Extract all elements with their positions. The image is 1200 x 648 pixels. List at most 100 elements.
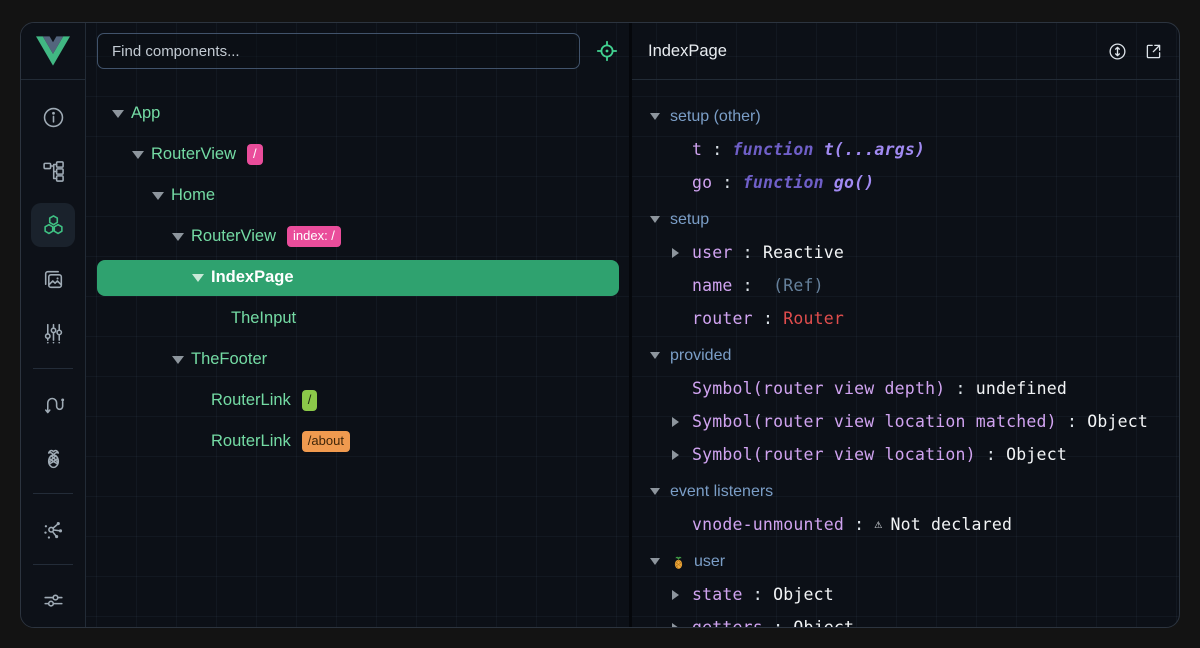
expand-toggle-icon[interactable] — [112, 110, 124, 118]
state-value: function — [743, 173, 834, 192]
sidebar-tab-pinia[interactable] — [31, 436, 75, 480]
sidebar-tab-settings[interactable] — [31, 578, 75, 622]
sidebar-tab-graph[interactable] — [31, 507, 75, 551]
tree-item-thefooter[interactable]: TheFooter — [86, 339, 629, 380]
inspector-state: setup (other)t : function t(...args)go :… — [632, 80, 1179, 627]
tree-item-routerview[interactable]: RouterViewindex: / — [86, 216, 629, 257]
key-value-separator: : — [743, 585, 773, 604]
tree-item-routerlink[interactable]: RouterLink/ — [86, 380, 629, 421]
section-label: user — [694, 553, 725, 571]
state-row-router: router : Router — [632, 302, 1179, 335]
sidebar-tab-component-tree[interactable] — [31, 149, 75, 193]
state-value: Object — [1087, 412, 1148, 431]
expand-toggle-icon[interactable] — [152, 192, 164, 200]
state-section-setup-other-[interactable]: setup (other) — [632, 100, 1179, 133]
state-value: (Ref) — [763, 276, 824, 295]
state-key: router — [692, 309, 753, 328]
settings-icon — [41, 588, 66, 613]
expand-toggle-spacer — [192, 397, 204, 405]
component-name: TheFooter — [191, 350, 267, 369]
expand-arrow-icon[interactable] — [668, 417, 682, 427]
state-row-getters[interactable]: getters : Object — [632, 611, 1179, 627]
key-value-separator: : — [1057, 412, 1087, 431]
scroll-to-component-button[interactable] — [1105, 39, 1129, 63]
state-row-t: t : function t(...args) — [632, 133, 1179, 166]
tree-item-routerview[interactable]: RouterView/ — [86, 134, 629, 175]
graph-icon — [41, 517, 66, 542]
expand-arrow-icon[interactable] — [668, 623, 682, 628]
expand-arrow-spacer — [668, 178, 682, 188]
key-value-separator: : — [976, 445, 1006, 464]
expand-toggle-icon[interactable] — [172, 356, 184, 364]
state-value: Object — [793, 618, 854, 627]
state-row-symbol-router-view-location-[interactable]: Symbol(router view location) : Object — [632, 438, 1179, 471]
section-toggle-icon[interactable] — [648, 113, 661, 120]
inspector-header: IndexPage — [632, 23, 1179, 80]
key-value-separator: : — [733, 243, 763, 262]
state-key: Symbol(router view depth) — [692, 379, 945, 398]
expand-arrow-icon[interactable] — [668, 248, 682, 258]
vue-logo — [21, 23, 85, 80]
tree-item-indexpage[interactable]: IndexPage — [86, 257, 629, 298]
router-icon — [41, 392, 66, 417]
sidebar-divider — [33, 493, 73, 494]
inspect-component-button[interactable] — [593, 37, 621, 65]
state-value: t(...args) — [824, 140, 925, 159]
state-row-go: go : function go() — [632, 166, 1179, 199]
search-input[interactable] — [97, 33, 580, 69]
state-key: Symbol(router view location) — [692, 445, 976, 464]
expand-toggle-spacer — [212, 315, 224, 323]
expand-arrow-icon[interactable] — [668, 450, 682, 460]
section-label: provided — [670, 347, 731, 365]
tree-item-home[interactable]: Home — [86, 175, 629, 216]
vue-devtools-window: AppRouterView/HomeRouterViewindex: /Inde… — [20, 22, 1180, 628]
open-in-editor-icon — [1143, 41, 1164, 62]
assets-icon — [41, 267, 66, 292]
state-row-vnode-unmounted: vnode-unmounted : ⚠ Not declared — [632, 508, 1179, 541]
crosshair-icon — [595, 39, 619, 63]
expand-arrow-spacer — [668, 520, 682, 530]
expand-arrow-icon[interactable] — [668, 590, 682, 600]
timeline-icon — [41, 321, 66, 346]
section-toggle-icon[interactable] — [648, 558, 661, 565]
component-tree-icon — [41, 159, 66, 184]
component-name: IndexPage — [211, 268, 294, 287]
route-badge: / — [302, 390, 318, 410]
sidebar-tab-assets[interactable] — [31, 257, 75, 301]
section-label: event listeners — [670, 483, 773, 501]
section-label: setup — [670, 211, 709, 229]
expand-toggle-icon[interactable] — [132, 151, 144, 159]
state-row-user[interactable]: user : Reactive — [632, 236, 1179, 269]
state-section-event-listeners[interactable]: event listeners — [632, 475, 1179, 508]
tree-item-theinput[interactable]: TheInput — [86, 298, 629, 339]
expand-arrow-spacer — [668, 314, 682, 324]
pineapple-icon — [670, 553, 687, 570]
state-section-user[interactable]: user — [632, 545, 1179, 578]
sidebar-tab-router[interactable] — [31, 382, 75, 426]
state-section-setup[interactable]: setup — [632, 203, 1179, 236]
state-row-symbol-router-view-location-matched-[interactable]: Symbol(router view location matched) : O… — [632, 405, 1179, 438]
state-section-provided[interactable]: provided — [632, 339, 1179, 372]
tree-item-app[interactable]: App — [86, 93, 629, 134]
expand-toggle-icon[interactable] — [192, 274, 204, 282]
key-value-separator: : — [763, 618, 793, 627]
state-value: Object — [773, 585, 834, 604]
state-key: Symbol(router view location matched) — [692, 412, 1057, 431]
sidebar-tab-info[interactable] — [31, 95, 75, 139]
section-toggle-icon[interactable] — [648, 352, 661, 359]
component-name: Home — [171, 186, 215, 205]
tree-item-routerlink[interactable]: RouterLink/about — [86, 421, 629, 462]
state-key: state — [692, 585, 743, 604]
section-toggle-icon[interactable] — [648, 216, 661, 223]
component-name: RouterLink — [211, 432, 291, 451]
inspector-panel: IndexPage setup (other)t : function t(..… — [632, 23, 1179, 627]
open-in-editor-button[interactable] — [1141, 39, 1165, 63]
sidebar-tab-timeline[interactable] — [31, 311, 75, 355]
section-toggle-icon[interactable] — [648, 488, 661, 495]
component-name: RouterView — [191, 227, 276, 246]
expand-toggle-icon[interactable] — [172, 233, 184, 241]
sidebar-tab-components[interactable] — [31, 203, 75, 247]
inspector-title: IndexPage — [648, 42, 1105, 61]
components-icon — [41, 213, 66, 238]
state-row-state[interactable]: state : Object — [632, 578, 1179, 611]
